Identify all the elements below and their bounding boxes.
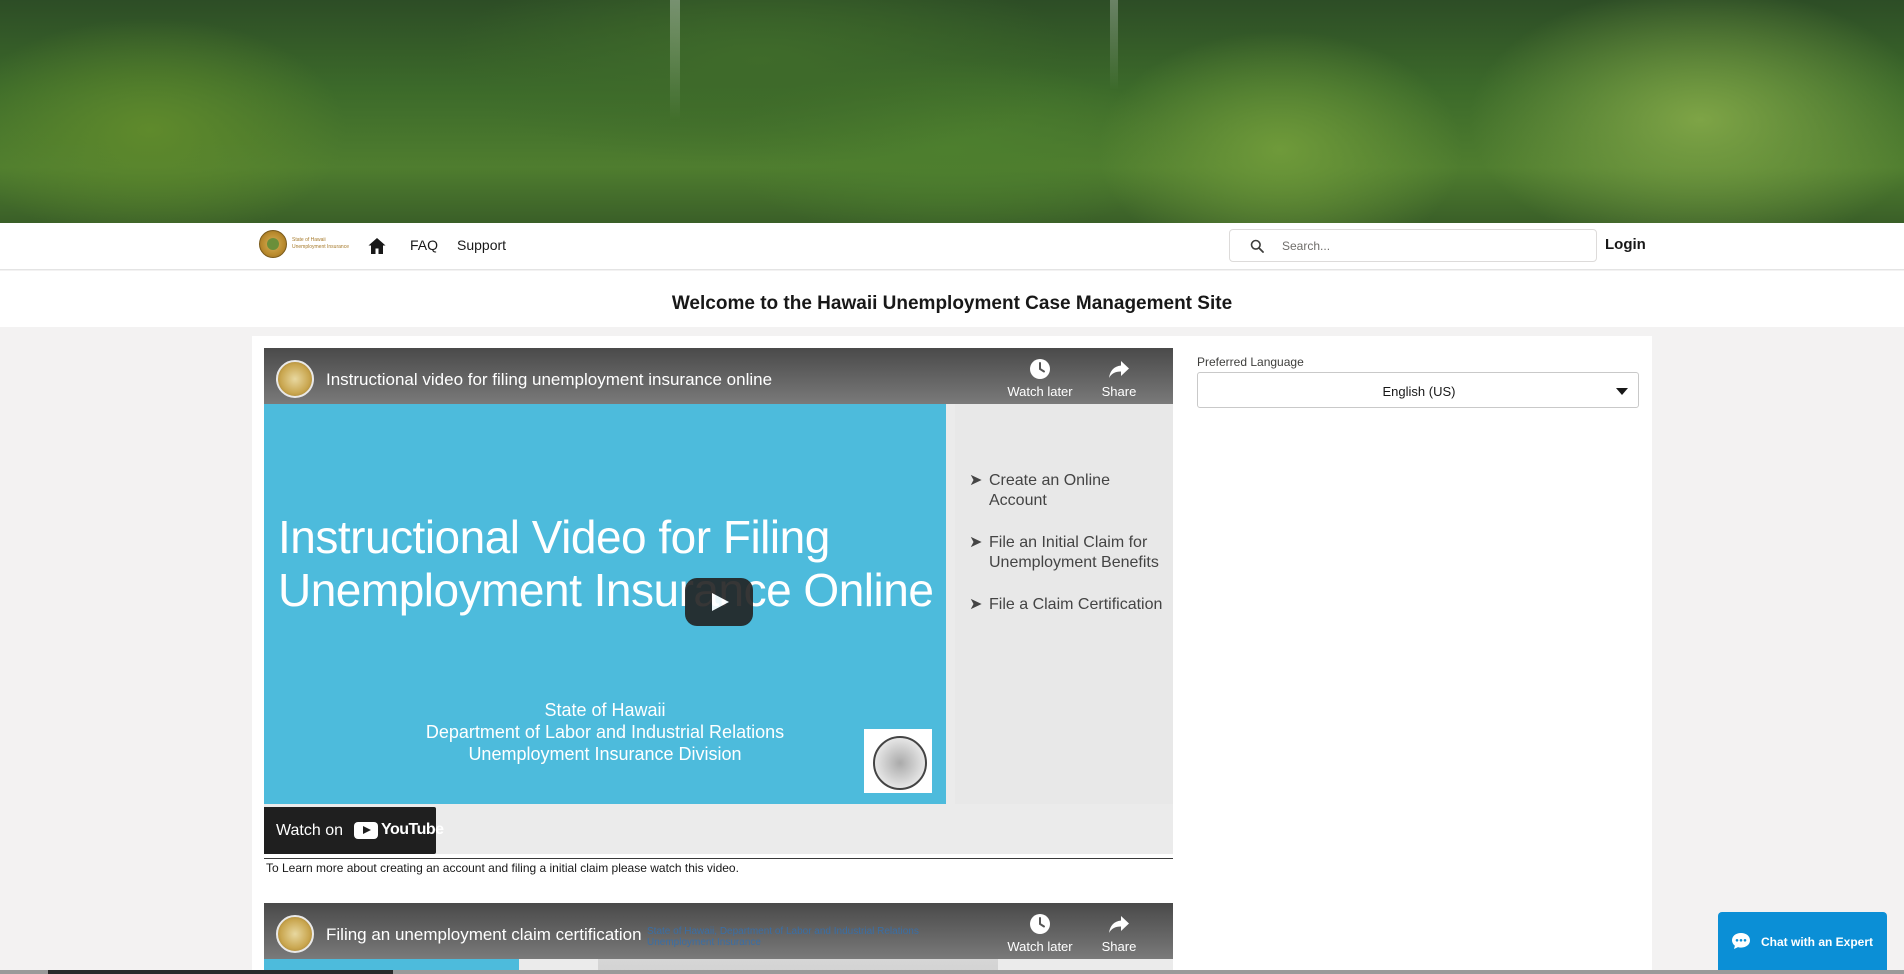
slide-state-seal-icon xyxy=(864,729,932,793)
top-navigation-bar: State of Hawaii Unemployment Insurance F… xyxy=(0,223,1904,270)
slide-title-line-2: Unemployment Insurance Online xyxy=(278,564,934,616)
watch-later-label: Watch later xyxy=(1007,939,1073,954)
chat-bubble-icon xyxy=(1732,933,1750,949)
preferred-language-select[interactable]: English (US) xyxy=(1197,372,1639,408)
video-caption: To Learn more about creating an account … xyxy=(266,861,739,875)
divider xyxy=(264,858,1173,859)
waterfall-streak xyxy=(1110,0,1118,90)
ghost-line-1: State of Hawaii, Department of Labor and… xyxy=(647,926,919,937)
home-icon[interactable] xyxy=(367,236,387,256)
chat-label: Chat with an Expert xyxy=(1761,935,1874,949)
chevron-down-icon xyxy=(1616,388,1628,395)
welcome-band: Welcome to the Hawaii Unemployment Case … xyxy=(0,271,1904,327)
share-button[interactable]: Share xyxy=(1084,358,1154,399)
certification-video-player[interactable]: Filing an unemployment claim certificati… xyxy=(264,903,1173,974)
share-button[interactable]: Share xyxy=(1084,913,1154,954)
search-icon xyxy=(1250,239,1264,253)
slide-title-line-1: Instructional Video for Filing xyxy=(278,511,830,563)
preferred-language-label: Preferred Language xyxy=(1197,355,1304,369)
share-label: Share xyxy=(1101,939,1137,954)
youtube-logo-icon: YouTube xyxy=(354,821,444,839)
video-slide: Instructional Video for Filing Unemploym… xyxy=(264,404,946,804)
watch-later-button[interactable]: Watch later xyxy=(1005,913,1075,954)
watch-later-button[interactable]: Watch later xyxy=(1005,358,1075,399)
preferred-language-value: English (US) xyxy=(1382,384,1456,399)
horizontal-scrollbar[interactable] xyxy=(0,970,1904,974)
logo-line-2: Unemployment Insurance xyxy=(292,244,349,250)
page-title: Welcome to the Hawaii Unemployment Case … xyxy=(671,293,1233,314)
arrow-bullet-icon: ➤ xyxy=(969,596,983,613)
youtube-play-icon xyxy=(354,821,378,839)
slide-bullet-text: File a Claim Certification xyxy=(989,596,1163,613)
scrollbar-thumb[interactable] xyxy=(48,970,393,974)
slide-bullet-text: Create an Online Account xyxy=(989,472,1110,509)
watch-on-label: Watch on xyxy=(276,822,343,839)
clock-icon xyxy=(1030,359,1050,379)
search-input[interactable] xyxy=(1282,236,1582,256)
state-seal-icon xyxy=(259,230,287,258)
ghost-line-2: Unemployment Insurance xyxy=(647,937,761,948)
waterfall-streak xyxy=(670,0,680,120)
logo-line-1: State of Hawaii xyxy=(292,237,326,243)
video-title[interactable]: Filing an unemployment claim certificati… xyxy=(326,925,642,945)
share-label: Share xyxy=(1101,384,1137,399)
watch-later-label: Watch later xyxy=(1007,384,1073,399)
arrow-bullet-icon: ➤ xyxy=(969,534,983,551)
youtube-wordmark: YouTube xyxy=(381,821,444,838)
nav-support-link[interactable]: Support xyxy=(457,237,506,253)
clock-icon xyxy=(1030,914,1050,934)
login-link[interactable]: Login xyxy=(1605,236,1646,253)
slide-subtitle: State of Hawaii Department of Labor and … xyxy=(264,699,946,765)
nav-faq-link[interactable]: FAQ xyxy=(410,237,438,253)
play-button[interactable] xyxy=(685,578,753,626)
video-background-text: State of Hawaii, Department of Labor and… xyxy=(647,926,919,948)
channel-avatar[interactable] xyxy=(276,915,314,953)
slide-bullet-text: File an Initial Claim for Unemployment B… xyxy=(989,534,1159,571)
arrow-bullet-icon: ➤ xyxy=(969,472,983,489)
share-arrow-icon xyxy=(1109,916,1129,933)
slide-sub-line-1: State of Hawaii xyxy=(544,700,666,720)
chat-with-expert-button[interactable]: Chat with an Expert xyxy=(1718,912,1887,974)
hero-banner-image xyxy=(0,0,1904,223)
slide-sub-line-2: Department of Labor and Industrial Relat… xyxy=(425,722,785,742)
site-logo[interactable]: State of Hawaii Unemployment Insurance xyxy=(259,230,349,258)
video-title[interactable]: Instructional video for filing unemploym… xyxy=(326,370,772,390)
search-box[interactable] xyxy=(1229,229,1597,262)
share-arrow-icon xyxy=(1109,361,1129,378)
slide-sub-line-3: Unemployment Insurance Division xyxy=(468,744,742,764)
channel-avatar[interactable] xyxy=(276,360,314,398)
slide-title: Instructional Video for Filing Unemploym… xyxy=(278,511,938,617)
logo-text: State of Hawaii Unemployment Insurance xyxy=(292,237,349,251)
watch-on-youtube-button[interactable]: Watch on YouTube xyxy=(264,807,444,854)
